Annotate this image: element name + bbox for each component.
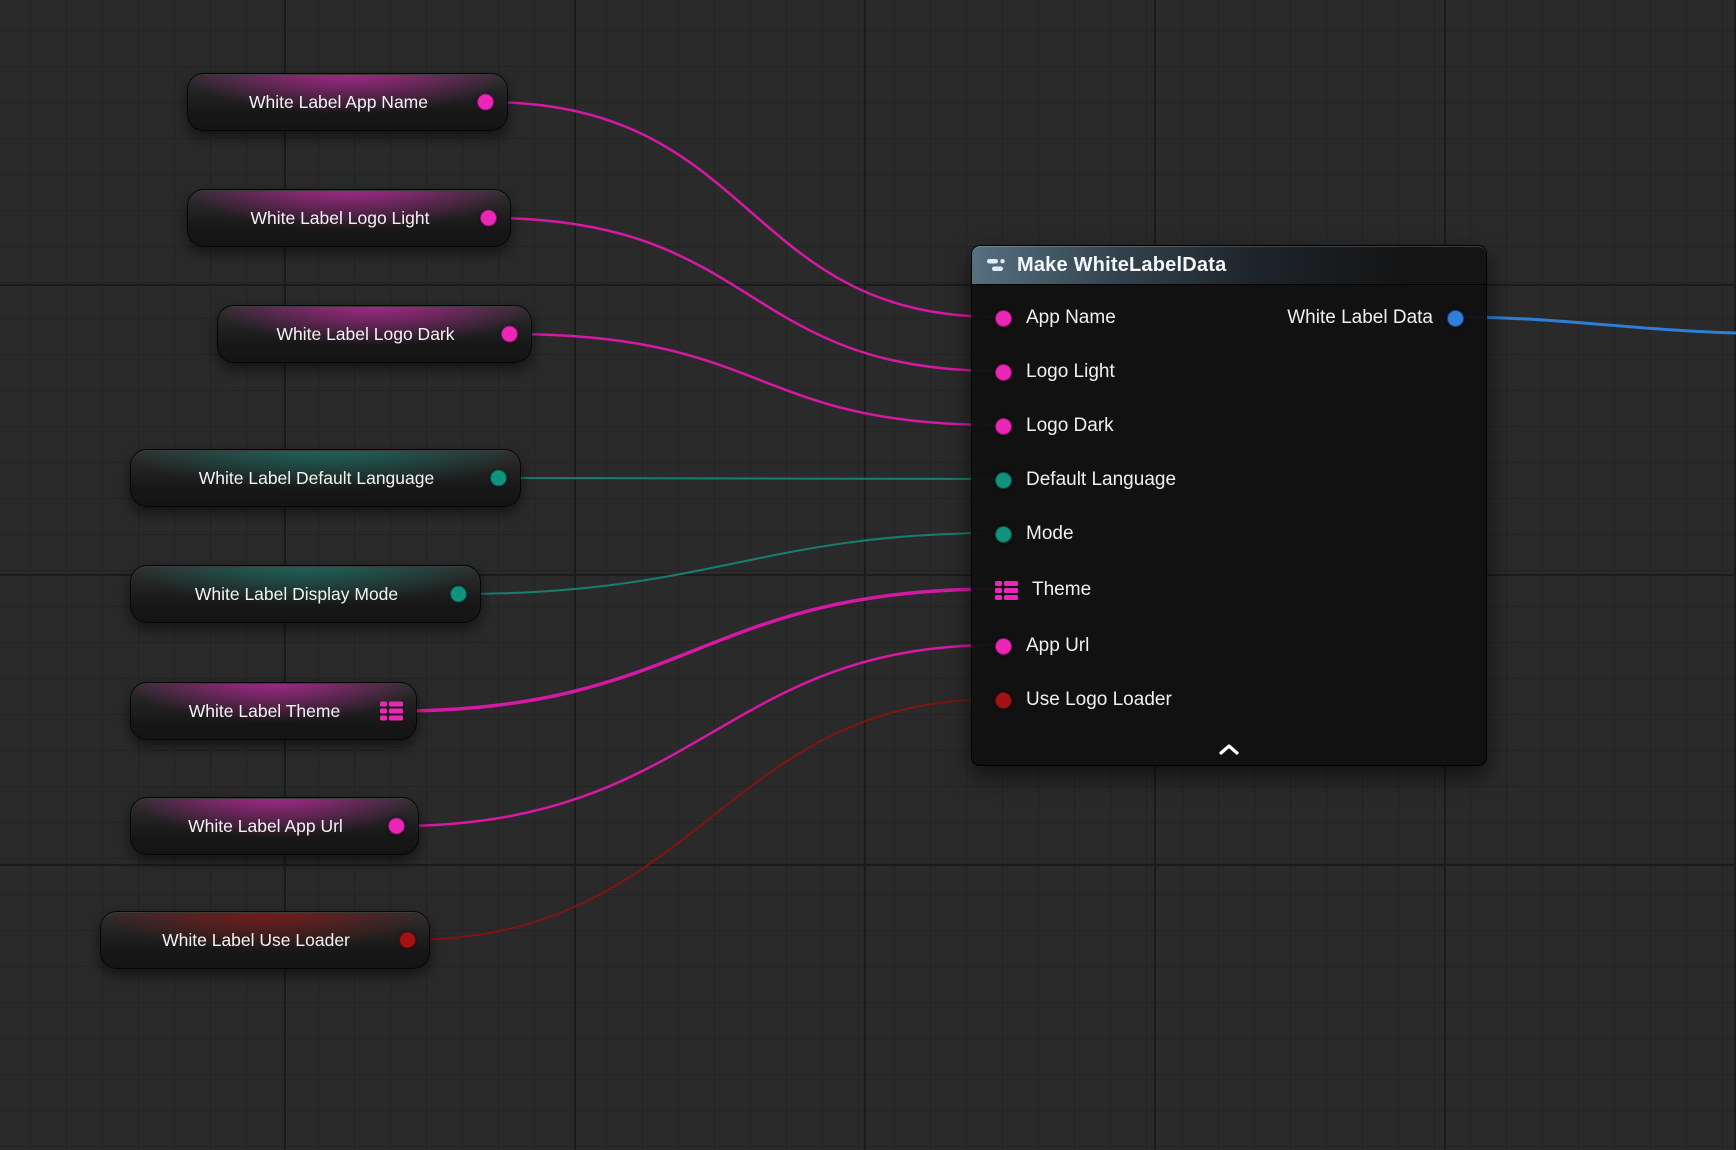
wire-app-name[interactable] <box>486 102 998 317</box>
pin-label: Default Language <box>1026 469 1176 491</box>
blueprint-canvas[interactable]: White Label App Name White Label Logo Li… <box>0 0 1736 1150</box>
output-pin-struct[interactable] <box>1447 310 1464 327</box>
pin-row-logo-light: Logo Light <box>972 352 1115 392</box>
collapse-chevron-icon[interactable] <box>1212 741 1246 757</box>
node-label: White Label Theme <box>131 701 416 722</box>
pin-row-app-name: App Name <box>972 298 1116 338</box>
pin-label: Use Logo Loader <box>1026 689 1172 711</box>
pin-row-logo-dark: Logo Dark <box>972 406 1114 446</box>
node-get-white-label-default-language[interactable]: White Label Default Language <box>130 449 521 507</box>
pin-label: App Name <box>1026 307 1116 329</box>
node-label: White Label Logo Dark <box>218 324 531 345</box>
output-pin-struct-grid-icon[interactable] <box>380 702 403 721</box>
input-pin-enum[interactable] <box>995 526 1012 543</box>
node-make-whitelabeldata[interactable]: Make WhiteLabelData App Name Logo Light … <box>971 245 1487 766</box>
pin-row-app-url: App Url <box>972 626 1089 666</box>
pin-row-theme: Theme <box>972 570 1091 610</box>
node-label: White Label Default Language <box>131 468 520 489</box>
wire-theme[interactable] <box>395 589 998 711</box>
pin-label: Logo Light <box>1026 361 1115 383</box>
pin-label: Logo Dark <box>1026 415 1114 437</box>
node-get-white-label-theme[interactable]: White Label Theme <box>130 682 417 740</box>
wire-mode[interactable] <box>459 533 998 594</box>
pin-row-mode: Mode <box>972 514 1074 554</box>
output-pin-bool[interactable] <box>399 932 416 949</box>
input-pin-bool[interactable] <box>995 692 1012 709</box>
output-pin-string[interactable] <box>477 94 494 111</box>
pin-row-default-language: Default Language <box>972 460 1176 500</box>
pin-label: Theme <box>1032 579 1091 601</box>
make-struct-icon <box>986 256 1008 274</box>
node-label: White Label Use Loader <box>101 930 429 951</box>
wire-default-language[interactable] <box>499 478 998 479</box>
output-pin-enum[interactable] <box>450 586 467 603</box>
node-get-white-label-use-loader[interactable]: White Label Use Loader <box>100 911 430 969</box>
node-get-white-label-app-name[interactable]: White Label App Name <box>187 73 508 131</box>
input-pin-string[interactable] <box>995 310 1012 327</box>
pin-label: White Label Data <box>1287 307 1433 329</box>
input-pin-enum[interactable] <box>995 472 1012 489</box>
pin-row-use-logo-loader: Use Logo Loader <box>972 680 1172 720</box>
node-header[interactable]: Make WhiteLabelData <box>972 246 1486 285</box>
pin-label: App Url <box>1026 635 1089 657</box>
output-pin-string[interactable] <box>501 326 518 343</box>
input-pin-string[interactable] <box>995 418 1012 435</box>
output-pin-string[interactable] <box>480 210 497 227</box>
output-pin-enum[interactable] <box>490 470 507 487</box>
output-pin-string[interactable] <box>388 818 405 835</box>
pin-row-white-label-data-output: White Label Data <box>1287 298 1486 338</box>
wire-white-label-data-out[interactable] <box>1452 317 1736 333</box>
node-get-white-label-logo-light[interactable]: White Label Logo Light <box>187 189 511 247</box>
node-label: White Label App Url <box>131 816 418 837</box>
input-pin-string[interactable] <box>995 638 1012 655</box>
pin-label: Mode <box>1026 523 1074 545</box>
wire-app-url[interactable] <box>397 645 998 826</box>
node-label: White Label Display Mode <box>131 584 480 605</box>
node-get-white-label-app-url[interactable]: White Label App Url <box>130 797 419 855</box>
wire-logo-dark[interactable] <box>510 334 998 425</box>
node-label: White Label Logo Light <box>188 208 510 229</box>
input-pin-string[interactable] <box>995 364 1012 381</box>
node-get-white-label-display-mode[interactable]: White Label Display Mode <box>130 565 481 623</box>
node-get-white-label-logo-dark[interactable]: White Label Logo Dark <box>217 305 532 363</box>
node-title: Make WhiteLabelData <box>1017 254 1226 277</box>
input-pin-struct-grid-icon[interactable] <box>995 581 1018 600</box>
node-label: White Label App Name <box>188 92 507 113</box>
wire-logo-light[interactable] <box>489 218 998 371</box>
